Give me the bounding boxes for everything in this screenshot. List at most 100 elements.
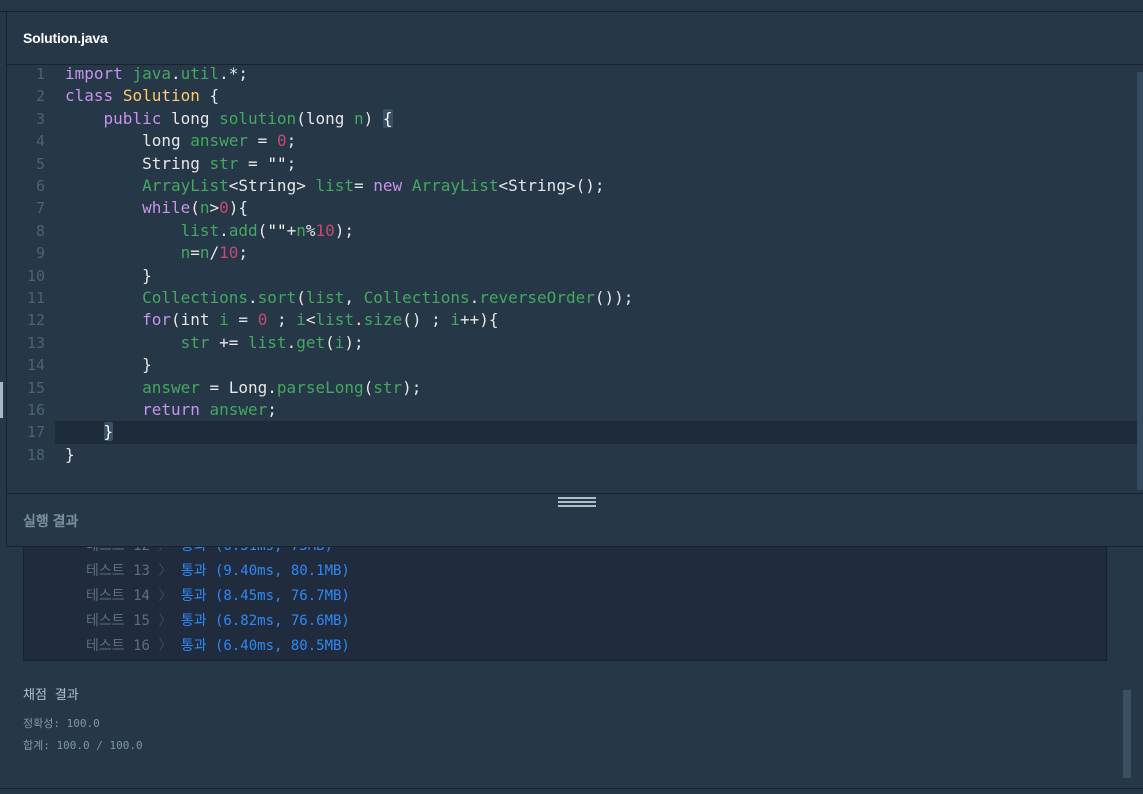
- code-line[interactable]: 14 }: [7, 354, 1143, 376]
- code-line[interactable]: 3 public long solution(long n) {: [7, 108, 1143, 130]
- code-token: =: [228, 310, 258, 330]
- code-token: .: [219, 220, 229, 240]
- code-token: (: [363, 377, 374, 397]
- code-token: =: [190, 243, 200, 263]
- line-number: 14: [26, 356, 45, 375]
- code-token: (: [325, 332, 335, 352]
- code-text: }: [65, 421, 114, 443]
- code-token: solution: [219, 108, 297, 128]
- code-token: Solution: [122, 86, 200, 106]
- code-token: }: [65, 265, 152, 285]
- code-token: list: [305, 288, 345, 307]
- test-label: 테스트 12: [86, 547, 150, 554]
- code-editor[interactable]: 1 import java.util.*; 2 class Solution {3 p…: [7, 66, 1143, 493]
- code-token: () ;: [402, 310, 451, 330]
- code-line[interactable]: 16 return answer;: [7, 399, 1143, 421]
- code-line[interactable]: 5 String str = "";: [7, 153, 1143, 175]
- code-token: util: [180, 66, 220, 83]
- code-token: String: [65, 153, 210, 173]
- code-token: n: [353, 108, 364, 128]
- line-number: 2: [35, 87, 45, 106]
- code-line[interactable]: 13 str += list.get(i);: [7, 332, 1143, 354]
- code-token: list: [248, 332, 287, 352]
- result-title: 실행 결과: [23, 513, 79, 529]
- code-line[interactable]: 10 }: [7, 265, 1143, 287]
- code-line[interactable]: 15 answer = Long.parseLong(str);: [7, 377, 1143, 399]
- test-result-row: 테스트 14 〉 통과 (8.45ms, 76.7MB): [86, 584, 350, 609]
- code-token: long: [65, 131, 191, 151]
- code-token: (int: [170, 310, 220, 330]
- test-label: 테스트 16: [86, 638, 150, 654]
- code-token: list: [315, 176, 354, 195]
- code-token: }: [65, 444, 75, 464]
- code-token: ;: [286, 131, 297, 151]
- code-token: =: [238, 153, 268, 173]
- code-token: );: [402, 377, 422, 397]
- code-token: .: [469, 288, 480, 307]
- code-line[interactable]: 2 class Solution {: [7, 85, 1143, 107]
- code-line[interactable]: 7 while(n>0){: [7, 197, 1143, 219]
- code-line[interactable]: 12 for(int i = 0 ; i<list.size() ; i++){: [7, 309, 1143, 331]
- result-panel-header: 실행 결과: [7, 493, 1143, 547]
- code-token: parseLong: [276, 377, 364, 397]
- code-token: reverseOrder: [479, 288, 595, 307]
- file-tab[interactable]: Solution.java: [23, 30, 108, 46]
- code-text: for(int i = 0 ; i<list.size() ; i++){: [65, 309, 499, 331]
- editor-scrollbar[interactable]: [1137, 72, 1143, 490]
- code-line[interactable]: 9 n=n/10;: [7, 242, 1143, 264]
- code-text: import java.util.*;: [65, 66, 248, 85]
- test-status: 통과 (6.40ms, 80.5MB): [180, 638, 350, 654]
- line-number: 8: [35, 221, 45, 240]
- code-token: get: [296, 332, 326, 352]
- code-token: ;: [267, 400, 277, 419]
- code-token: Collections: [142, 288, 249, 307]
- resize-handle-icon[interactable]: [558, 497, 596, 507]
- code-line[interactable]: 17 }: [27, 421, 1138, 444]
- code-token: ArrayList: [411, 176, 499, 195]
- code-text: }: [65, 265, 152, 287]
- code-line[interactable]: 8 list.add(""+n%10);: [7, 220, 1143, 242]
- code-token: "": [267, 220, 287, 240]
- code-token: +=: [209, 332, 249, 352]
- line-number: 17: [26, 423, 45, 442]
- code-token: java: [132, 66, 171, 83]
- test-status: 통과 (6.82ms, 76.6MB): [180, 613, 350, 629]
- code-token: ++){: [460, 310, 499, 330]
- code-token: class: [65, 86, 114, 106]
- code-token: ;: [267, 310, 297, 330]
- code-line[interactable]: 4 long answer = 0;: [7, 130, 1143, 152]
- code-line[interactable]: 18}: [7, 444, 1143, 466]
- code-line[interactable]: 1 import java.util.*;: [7, 66, 1143, 85]
- results-scrollbar[interactable]: [1123, 690, 1131, 778]
- code-line[interactable]: 11 Collections.sort(list, Collections.re…: [7, 287, 1143, 309]
- code-text: answer = Long.parseLong(str);: [65, 377, 421, 399]
- code-token: n: [180, 243, 191, 263]
- code-token: return: [142, 400, 200, 419]
- code-token: }: [65, 355, 152, 375]
- code-line[interactable]: 6 ArrayList<String> list= new ArrayList<…: [7, 175, 1143, 197]
- chevron-right-icon: 〉: [158, 638, 173, 654]
- test-status: 통과 (9.40ms, 80.1MB): [180, 563, 350, 579]
- code-token: ArrayList: [142, 176, 229, 195]
- code-token: n: [296, 220, 306, 240]
- line-number: 10: [26, 266, 45, 285]
- code-token: 0: [276, 131, 287, 151]
- code-token: ): [363, 108, 383, 128]
- code-text: String str = "";: [65, 153, 296, 175]
- code-token: i: [450, 310, 461, 330]
- code-text: Collections.sort(list, Collections.rever…: [65, 287, 633, 309]
- code-token: {: [382, 108, 393, 128]
- code-token: long: [161, 108, 220, 128]
- code-token: str: [373, 377, 403, 397]
- line-number: 12: [26, 311, 45, 330]
- test-result-row: 테스트 16 〉 통과 (6.40ms, 80.5MB): [86, 634, 350, 659]
- line-number: 15: [26, 378, 45, 397]
